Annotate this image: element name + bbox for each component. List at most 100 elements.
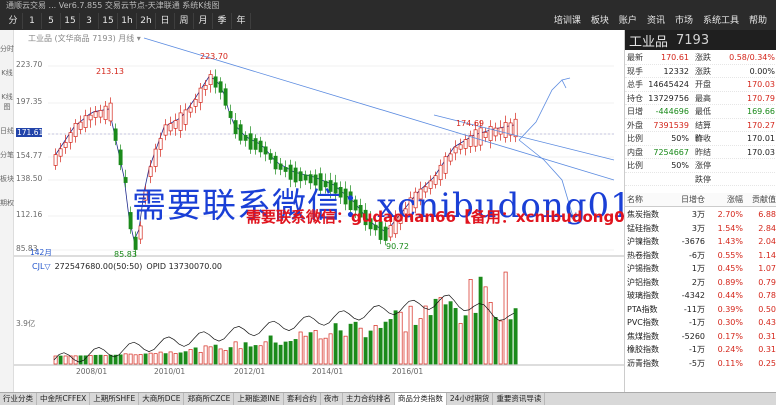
candle-body [218, 81, 223, 93]
rail-tab[interactable]: 日线 [0, 126, 14, 136]
period-button[interactable]: 年 [232, 13, 251, 29]
volume-bar [393, 310, 398, 365]
exchange-tab[interactable]: 上期能源INE [234, 393, 284, 405]
quote-value: 170.03 [747, 147, 775, 157]
index-daily-oi: -6万 [689, 250, 705, 260]
period-button[interactable]: 1h [118, 13, 137, 29]
index-row[interactable]: PVC指数 -1万 0.30% 0.43 [625, 316, 776, 330]
index-row[interactable]: 热卷指数 -6万 0.55% 1.14 [625, 249, 776, 263]
rail-tab[interactable]: K线 [0, 68, 14, 78]
menu-item[interactable]: 板块 [586, 13, 614, 29]
volume-bar [258, 345, 263, 365]
index-row[interactable]: 沪铝指数 2万 0.89% 0.79 [625, 276, 776, 290]
candle-body [133, 236, 138, 250]
quote-label: 比例 [627, 134, 643, 143]
column-header[interactable]: 贡献值 [743, 193, 776, 206]
quote-row: 比例 50% 涨停 [625, 159, 776, 173]
period-button[interactable]: 日 [156, 13, 175, 29]
column-header[interactable]: 名称 [625, 193, 669, 206]
period-button[interactable]: 3 [80, 13, 99, 29]
time-axis-label: 2008/01 [76, 367, 108, 376]
volume-bar [303, 335, 308, 365]
index-row[interactable]: 焦煤指数 -5260 0.17% 0.31 [625, 330, 776, 344]
quote-label: 内盘 [627, 147, 643, 157]
volume-bar [88, 355, 93, 365]
volume-indicator-tag[interactable]: CJL▽ [32, 262, 51, 271]
volume-bar [398, 311, 403, 365]
price-extreme-label: 223.70 [200, 52, 228, 61]
exchange-tab[interactable]: 套利合约 [284, 393, 321, 405]
menu-item[interactable]: 资讯 [642, 13, 670, 29]
exchange-tab[interactable]: 主力合约排名 [343, 393, 395, 405]
index-row[interactable]: 沥青指数 -5万 0.11% 0.25 [625, 357, 776, 371]
exchange-tab[interactable]: 上期所SHFE [90, 393, 140, 405]
quote-grid: 最新 170.61 涨跌 0.58/0.34% 现手 12332 涨跌 0.00% 总手 1464… [625, 51, 776, 186]
index-list-header: 名称 日增仓 涨幅 贡献值 [625, 193, 776, 207]
volume-bar [373, 325, 378, 365]
exchange-tab[interactable]: 重要资讯导读 [493, 393, 546, 405]
index-contribution: 0.31 [758, 331, 776, 341]
index-name: PTA指数 [627, 304, 658, 314]
rail-tab[interactable]: 分笔 [0, 150, 14, 160]
quote-label: 结算价 [695, 120, 711, 144]
period-button[interactable]: 周 [175, 13, 194, 29]
quote-label: 比例 [627, 161, 643, 170]
quote-value: 7391539 [653, 120, 689, 130]
menu-item[interactable]: 市场 [670, 13, 698, 29]
exchange-tab[interactable]: 郑商所CZCE [184, 393, 235, 405]
volume-bar [378, 327, 383, 365]
exchange-tab[interactable]: 中金所CFFEX [37, 393, 91, 405]
exchange-tab[interactable]: 商品分类指数 [394, 393, 447, 405]
candle-body [173, 120, 178, 129]
period-button[interactable]: 15 [61, 13, 80, 29]
index-row[interactable]: 沪镍指数 -3676 1.43% 2.04 [625, 235, 776, 249]
candle-body [88, 114, 93, 121]
index-daily-oi: -1万 [689, 345, 705, 354]
exchange-tab[interactable]: 行业分类 [0, 393, 37, 405]
volume-bar [513, 308, 518, 365]
menu-item[interactable]: 培训课 [549, 13, 586, 29]
period-button[interactable]: 2h [137, 13, 156, 29]
volume-bar [298, 331, 303, 365]
period-button[interactable]: 月 [194, 13, 213, 29]
menu-item[interactable]: 账户 [614, 13, 642, 29]
volume-bar [218, 348, 223, 365]
rail-tab[interactable]: 分时 [0, 44, 14, 54]
volume-bar [163, 353, 168, 365]
period-button[interactable]: 分 [4, 13, 23, 29]
volume-bar [333, 323, 338, 365]
index-row[interactable]: PTA指数 -11万 0.39% 0.50 [625, 303, 776, 317]
menu-item[interactable]: 系统工具 [698, 13, 744, 29]
index-name: 热卷指数 [627, 250, 659, 260]
index-row[interactable]: 锰硅指数 3万 1.54% 2.84 [625, 222, 776, 236]
volume-bar [453, 308, 458, 365]
menu-item[interactable]: 帮助 [744, 13, 772, 29]
exchange-tab[interactable]: 大商所DCE [139, 393, 185, 405]
candle-body [263, 146, 268, 155]
period-button[interactable]: 15 [99, 13, 118, 29]
period-button[interactable]: 5 [42, 13, 61, 29]
candle-body [93, 111, 98, 118]
rail-tab[interactable]: K线图 [0, 92, 14, 112]
period-button[interactable]: 1 [23, 13, 42, 29]
price-extreme-label: 174.69 [456, 119, 484, 128]
exchange-tab[interactable]: 夜市 [321, 393, 343, 405]
chart-area[interactable]: 工业品 (文华商品 7193) 月线 ▾ 223.70 197.35 171.61 1… [14, 30, 677, 392]
index-row[interactable]: 橡胶指数 -1万 0.24% 0.31 [625, 343, 776, 357]
volume-bar [388, 319, 393, 365]
index-row[interactable]: 玻璃指数 -4342 0.44% 0.78 [625, 289, 776, 303]
period-button[interactable]: 季 [213, 13, 232, 29]
rail-tab[interactable]: 期权 [0, 198, 14, 208]
exchange-tab[interactable]: 24小时期货 [447, 393, 494, 405]
column-header[interactable]: 日增仓 [669, 193, 705, 206]
index-row[interactable]: 焦炭指数 3万 2.70% 6.88 [625, 208, 776, 222]
rail-tab[interactable]: 板块 [0, 174, 14, 184]
index-row[interactable]: 沪锡指数 1万 0.45% 1.07 [625, 262, 776, 276]
volume-bar [153, 353, 158, 365]
volume-bar [353, 321, 358, 365]
candle-body [53, 154, 58, 166]
price-extreme-label: 90.72 [386, 242, 409, 251]
column-header[interactable]: 涨幅 [705, 193, 743, 206]
quote-value: 50% [671, 161, 689, 170]
candle-body [183, 109, 188, 125]
